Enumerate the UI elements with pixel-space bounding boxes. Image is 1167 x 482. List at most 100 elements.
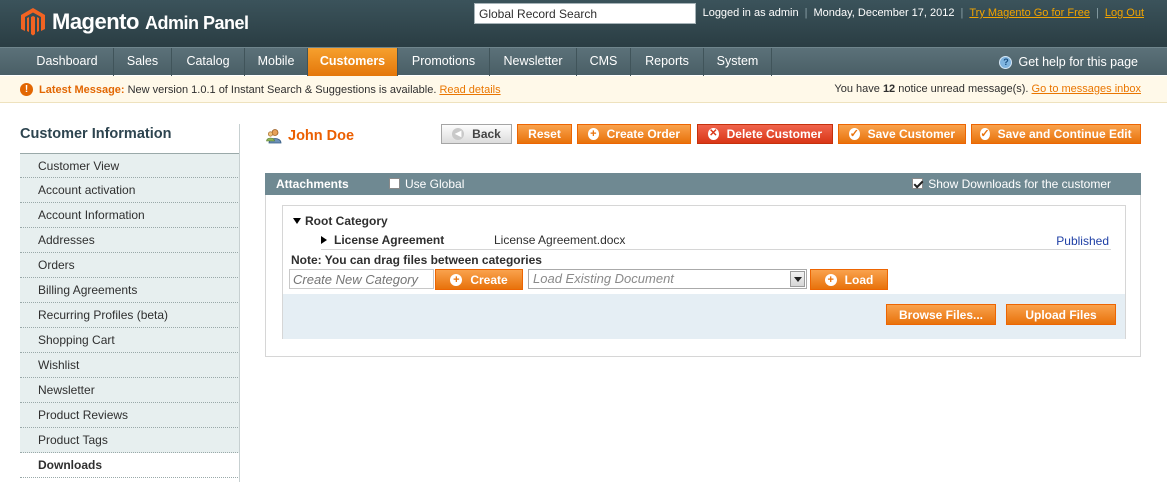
help-link[interactable]: ? Get help for this page xyxy=(999,48,1138,76)
nav-catalog[interactable]: Catalog xyxy=(172,48,245,76)
logged-in-text: Logged in as admin xyxy=(702,7,799,19)
create-button-label: Create xyxy=(470,272,508,287)
dropdown-arrow-icon[interactable] xyxy=(790,271,805,287)
expanded-arrow-icon[interactable] xyxy=(293,218,301,224)
header: MagentoAdmin Panel Logged in as admin | … xyxy=(0,0,1167,47)
back-arrow-icon: ◀ xyxy=(452,128,465,140)
notice-bar: ! Latest Message: New version 1.0.1 of I… xyxy=(0,76,1167,103)
sidebar-title: Customer Information xyxy=(20,126,172,142)
collapsed-arrow-icon[interactable] xyxy=(321,236,327,244)
back-button-label: Back xyxy=(472,127,501,141)
back-button[interactable]: ◀ Back xyxy=(441,124,512,144)
messages-inbox-link[interactable]: Go to messages inbox xyxy=(1032,83,1141,95)
show-downloads-checkbox[interactable] xyxy=(912,178,924,189)
notice-count-suffix: notice unread message(s). xyxy=(898,83,1029,95)
save-continue-button[interactable]: ✓ Save and Continue Edit xyxy=(971,124,1141,144)
save-continue-label: Save and Continue Edit xyxy=(997,127,1132,141)
page-title: John Doe xyxy=(266,128,354,144)
delete-x-icon: ✕ xyxy=(708,128,719,140)
notice-count: 12 xyxy=(882,83,896,95)
load-document-button[interactable]: + Load xyxy=(810,269,888,290)
browse-files-label: Browse Files... xyxy=(898,307,984,322)
logo-text: Magento Admin Panel xyxy=(52,9,249,34)
attachments-panel: Root Category License Agreement License … xyxy=(265,195,1141,357)
separator: | xyxy=(960,7,964,19)
create-order-label: Create Order xyxy=(606,127,680,141)
category-tree-box: Root Category License Agreement License … xyxy=(282,205,1126,339)
sidebar-divider xyxy=(239,124,240,482)
try-magento-go-link[interactable]: Try Magento Go for Free xyxy=(969,7,1090,19)
sidebar-item-product-reviews[interactable]: Product Reviews xyxy=(20,403,240,428)
load-button-label: Load xyxy=(844,272,874,287)
save-customer-button[interactable]: ✓ Save Customer xyxy=(838,124,966,144)
sidebar-item-newsletter[interactable]: Newsletter xyxy=(20,378,240,403)
sidebar-item-account-activation[interactable]: Account activation xyxy=(20,178,240,203)
attachments-header: Attachments Use Global Show Downloads fo… xyxy=(265,173,1141,195)
sidebar-item-customer-view[interactable]: Customer View xyxy=(20,153,240,178)
read-details-link[interactable]: Read details xyxy=(439,84,500,96)
sidebar-item-billing-agreements[interactable]: Billing Agreements xyxy=(20,278,240,303)
help-icon: ? xyxy=(999,55,1013,69)
nav-mobile[interactable]: Mobile xyxy=(245,48,308,76)
date-text: Monday, December 17, 2012 xyxy=(813,7,955,19)
plus-icon: + xyxy=(588,128,599,140)
show-downloads-label: Show Downloads for the customer xyxy=(928,177,1111,191)
save-customer-label: Save Customer xyxy=(867,127,955,141)
create-order-button[interactable]: + Create Order xyxy=(577,124,691,144)
main-nav: Dashboard Sales Catalog Mobile Customers… xyxy=(0,47,1167,76)
plus-icon: + xyxy=(450,273,463,286)
delete-customer-button[interactable]: ✕ Delete Customer xyxy=(697,124,833,144)
publish-status[interactable]: Published xyxy=(1056,234,1109,248)
plus-icon: + xyxy=(824,273,837,286)
nav-reports[interactable]: Reports xyxy=(631,48,704,76)
tree-root-category[interactable]: Root Category xyxy=(293,214,388,228)
use-global-label: Use Global xyxy=(405,177,465,191)
logout-link[interactable]: Log Out xyxy=(1105,7,1144,19)
notice-count-prefix: You have xyxy=(834,83,880,95)
nav-customers[interactable]: Customers xyxy=(308,48,398,76)
sidebar-item-recurring-profiles[interactable]: Recurring Profiles (beta) xyxy=(20,303,240,328)
load-document-select[interactable]: Load Existing Document xyxy=(528,269,807,289)
reset-button[interactable]: Reset xyxy=(517,124,572,144)
sidebar-item-orders[interactable]: Orders xyxy=(20,253,240,278)
logo[interactable]: Magento Admin Panel xyxy=(20,4,249,40)
nav-promotions[interactable]: Promotions xyxy=(398,48,490,76)
sidebar-tabs: Customer View Account activation Account… xyxy=(20,153,240,478)
nav-dashboard[interactable]: Dashboard xyxy=(21,48,114,76)
separator: | xyxy=(1096,7,1099,19)
nav-sales[interactable]: Sales xyxy=(114,48,172,76)
sidebar-item-wishlist[interactable]: Wishlist xyxy=(20,353,240,378)
new-category-input[interactable] xyxy=(289,269,434,289)
notice-label: Latest Message: xyxy=(39,83,125,96)
upload-files-label: Upload Files xyxy=(1025,307,1097,322)
sidebar-item-account-information[interactable]: Account Information xyxy=(20,203,240,228)
upload-files-button[interactable]: Upload Files xyxy=(1006,304,1116,325)
show-downloads-option[interactable]: Show Downloads for the customer xyxy=(912,177,1111,191)
sidebar-item-addresses[interactable]: Addresses xyxy=(20,228,240,253)
global-search-input[interactable] xyxy=(474,3,696,24)
attachments-title: Attachments xyxy=(276,177,349,191)
create-category-button[interactable]: + Create xyxy=(435,269,523,290)
browse-files-button[interactable]: Browse Files... xyxy=(886,304,996,325)
file-name[interactable]: License Agreement.docx xyxy=(494,233,625,247)
magento-logo-icon xyxy=(20,7,46,37)
customer-name: John Doe xyxy=(288,128,355,144)
use-global-option[interactable]: Use Global xyxy=(389,177,464,191)
checkmark-icon: ✓ xyxy=(849,128,860,140)
header-user-bar: Logged in as admin | Monday, December 17… xyxy=(703,7,1144,19)
file-upload-bar: Browse Files... Upload Files xyxy=(283,294,1125,339)
warning-icon: ! xyxy=(20,83,33,96)
nav-newsletter[interactable]: Newsletter xyxy=(490,48,577,76)
separator: | xyxy=(804,7,808,19)
sidebar-item-shopping-cart[interactable]: Shopping Cart xyxy=(20,328,240,353)
use-global-checkbox[interactable] xyxy=(389,178,400,189)
load-document-placeholder: Load Existing Document xyxy=(533,271,674,286)
sidebar-item-downloads[interactable]: Downloads xyxy=(20,453,240,478)
tree-row[interactable]: License Agreement License Agreement.docx… xyxy=(321,232,1111,250)
nav-cms[interactable]: CMS xyxy=(577,48,631,76)
nav-system[interactable]: System xyxy=(704,48,772,76)
sidebar-item-product-tags[interactable]: Product Tags xyxy=(20,428,240,453)
help-text: Get help for this page xyxy=(1018,54,1138,69)
notice-text: New version 1.0.1 of Instant Search & Su… xyxy=(127,83,437,96)
category-node[interactable]: License Agreement xyxy=(321,233,444,247)
